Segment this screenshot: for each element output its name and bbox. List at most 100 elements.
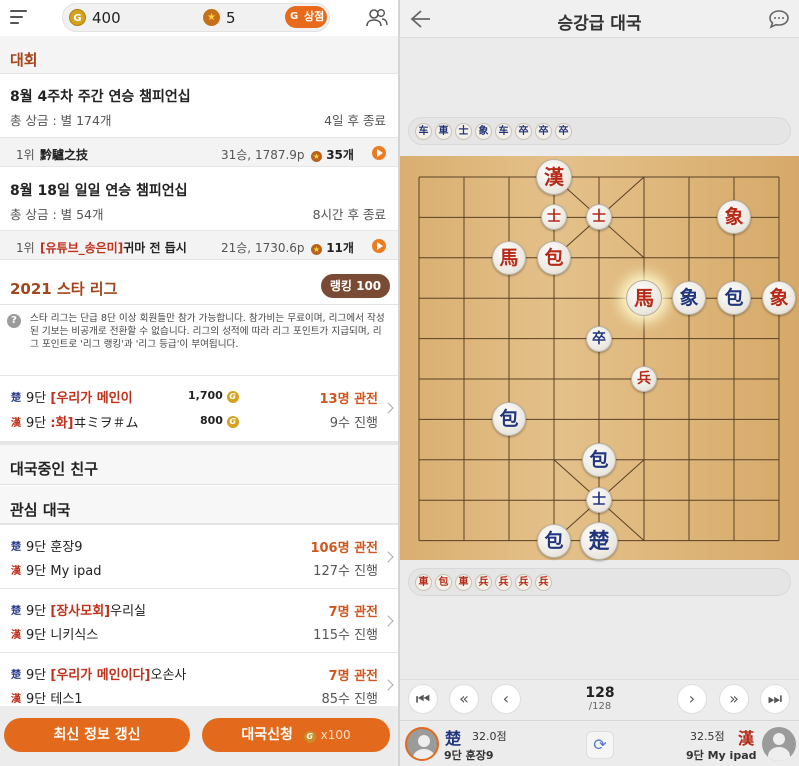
player-points: 1,700 G <box>188 389 239 403</box>
league-title: 2021 스타 리그 <box>10 280 118 298</box>
janggi-board[interactable]: 漢士士象馬包馬象包象卒兵包包士包楚 <box>400 156 799 560</box>
last-move-button[interactable]: ⏭ <box>760 684 790 714</box>
player-name: 니키식스 <box>50 628 99 643</box>
friends-section-title: 대국중인 친구 <box>0 445 398 485</box>
tournament-card[interactable]: 8월 18일 일일 연승 챔피언십 총 상금 : 별 54개 8시간 후 종료 <box>0 168 398 230</box>
watch-game-row[interactable]: 楚 9단 훈장9 漢 9단 My ipad 106명 관전 127수 진행 <box>0 524 398 588</box>
gold-coin-icon: G <box>303 731 316 743</box>
next-move-button[interactable]: › <box>677 684 707 714</box>
han-side-icon: 漢 <box>11 566 21 577</box>
first-move-button[interactable]: ⏮ <box>408 684 438 714</box>
request-game-label: 대국신청 <box>241 727 293 743</box>
janggi-piece-elephant[interactable]: 象 <box>762 281 796 316</box>
menu-icon[interactable] <box>10 10 27 24</box>
play-icon[interactable] <box>372 146 386 160</box>
tournament-ends: 4일 후 종료 <box>324 113 386 128</box>
janggi-piece-elephant[interactable]: 象 <box>672 281 706 316</box>
watch-game-row[interactable]: 楚 9단 [우리가 메인이다]오손사 漢 9단 테스1 7명 관전 85수 진행 <box>0 652 398 712</box>
back-ten-button[interactable]: « <box>449 684 479 714</box>
shop-button[interactable]: G 상점 <box>285 6 327 28</box>
leader-rank: 1위 <box>16 241 35 255</box>
swap-sides-icon[interactable]: ⟳ <box>586 731 614 759</box>
cho-side-icon: 楚 <box>11 393 21 404</box>
star-amount: 5 <box>226 9 236 27</box>
player-club: [우리가 메인이다] <box>50 668 151 683</box>
janggi-piece-cannon[interactable]: 包 <box>582 442 616 477</box>
cho-side-icon: 楚 <box>11 670 21 681</box>
league-ranking-button[interactable]: 랭킹 100 <box>321 274 390 298</box>
janggi-piece-soldier[interactable]: 卒 <box>586 325 612 352</box>
player-line: 楚 9단 [장사모회]우리실 <box>11 604 146 619</box>
player-score: 32.0점 <box>472 730 507 743</box>
captured-piece: 兵 <box>515 574 532 591</box>
gold-coin-icon: G <box>226 391 239 403</box>
player-name: 훈장9 <box>50 540 83 555</box>
cho-side-icon: 楚 <box>11 542 21 553</box>
tournament-section-title: 대회 <box>0 36 398 74</box>
leader-name: 黔驢之技 <box>40 148 89 162</box>
leader-stats: 21승, 1730.6p <box>221 241 305 255</box>
move-count: 85수 진행 <box>321 692 378 707</box>
janggi-piece-cannon[interactable]: 包 <box>537 523 571 558</box>
janggi-piece-king[interactable]: 漢 <box>536 159 572 195</box>
friends-icon[interactable] <box>366 8 388 28</box>
janggi-piece-guard[interactable]: 士 <box>586 487 612 514</box>
league-game-row[interactable]: 楚 9단 [우리가 메인이 1,700 G 漢 9단 :화]ヰミヲ＃ム 800 G … <box>0 375 398 439</box>
captured-piece: 卒 <box>555 123 572 140</box>
watch-game-row[interactable]: 楚 9단 [장사모회]우리실 漢 9단 니키식스 7명 관전 115수 진행 <box>0 588 398 652</box>
player-line: 楚 9단 [우리가 메인이 <box>10 387 185 406</box>
request-game-button[interactable]: 대국신청 G x100 <box>202 718 390 752</box>
leader-name: [유튜브_송은미]귀마 전 듭시 <box>40 241 187 255</box>
han-side-icon: 漢 <box>11 694 21 705</box>
top-bar: G 400 ★ 5 G 상점 <box>0 0 398 36</box>
janggi-piece-king[interactable]: 楚 <box>580 521 618 560</box>
player-name: ヰミヲ＃ム <box>73 416 139 431</box>
cho-side-icon: 楚 <box>445 729 462 748</box>
prev-move-button[interactable]: ‹ <box>491 684 521 714</box>
avatar[interactable] <box>405 727 439 761</box>
captured-piece: 兵 <box>475 574 492 591</box>
han-side-icon: 漢 <box>738 729 755 748</box>
player-name: 9단 훈장9 <box>444 749 494 762</box>
tournament-leader-row[interactable]: 1위 [유튜브_송은미]귀마 전 듭시 21승, 1730.6p ★ 11개 <box>0 230 398 260</box>
viewer-count: 106명 관전 <box>310 541 378 556</box>
janggi-piece-soldier[interactable]: 兵 <box>631 366 657 392</box>
tournament-title: 8월 18일 일일 연승 챔피언십 <box>10 183 188 199</box>
tournament-prize: 총 상금 : 별 174개 <box>10 113 112 128</box>
chat-icon[interactable] <box>768 9 790 29</box>
captured-piece: 兵 <box>535 574 552 591</box>
tournament-prize: 총 상금 : 별 54개 <box>10 207 104 222</box>
captured-piece: 卒 <box>515 123 532 140</box>
request-cost: x100 <box>320 728 351 742</box>
player-rank: 9단 <box>26 416 47 431</box>
chevron-right-icon <box>382 551 394 563</box>
game-header: 승강급 대국 <box>400 0 799 38</box>
game-title: 승강급 대국 <box>557 14 642 34</box>
gold-coin-icon: G <box>226 416 239 428</box>
watch-section-title: 관심 대국 <box>0 486 398 524</box>
move-count: 115수 진행 <box>313 628 378 643</box>
move-count: 127수 진행 <box>313 564 378 579</box>
janggi-piece-cannon[interactable]: 包 <box>537 240 571 275</box>
play-icon[interactable] <box>372 239 386 253</box>
tournament-card[interactable]: 8월 4주차 주간 연승 챔피언십 총 상금 : 별 174개 4일 후 종료 <box>0 76 398 138</box>
viewer-count: 13명 관전 <box>319 392 379 407</box>
player-name: My ipad <box>50 564 102 579</box>
janggi-piece-horse[interactable]: 馬 <box>492 240 526 275</box>
captured-piece: 士 <box>455 123 472 140</box>
captured-piece: 包 <box>435 574 452 591</box>
forward-ten-button[interactable]: » <box>719 684 749 714</box>
player-score: 32.5점 <box>690 730 725 743</box>
player-line: 漢 9단 My ipad <box>11 564 102 579</box>
refresh-button[interactable]: 최신 정보 갱신 <box>4 718 190 752</box>
avatar[interactable] <box>762 727 796 761</box>
tournament-ends: 8시간 후 종료 <box>312 207 386 222</box>
move-counter: 128 /128 <box>570 685 630 713</box>
player-club: :화] <box>50 416 74 431</box>
lobby-panel: G 400 ★ 5 G 상점 대회 8월 4주차 주간 연승 챔피언십 총 상금… <box>0 0 398 766</box>
janggi-piece-cannon[interactable]: 包 <box>717 281 751 316</box>
tournament-leader-row[interactable]: 1위 黔驢之技 31승, 1787.9p ★ 35개 <box>0 137 398 167</box>
player-name: 오손사 <box>150 668 187 683</box>
janggi-piece-horse[interactable]: 馬 <box>626 280 662 317</box>
move-count: 9수 진행 <box>329 416 378 431</box>
